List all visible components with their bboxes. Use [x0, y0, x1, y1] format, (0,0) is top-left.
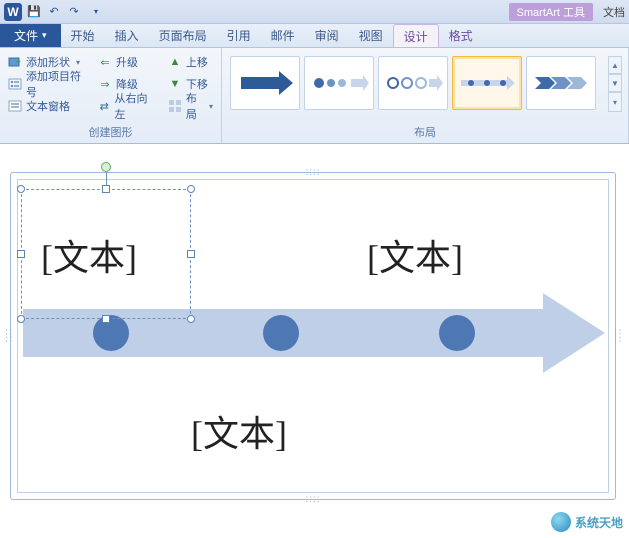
frame-handle-left[interactable]: :::: [3, 328, 14, 343]
rtl-icon: ⇄ [98, 99, 111, 113]
tab-home[interactable]: 开始 [61, 24, 105, 47]
group-label-create: 创建图形 [6, 122, 215, 143]
group-label-layouts: 布局 [228, 122, 622, 143]
document-canvas: :::: :::: :::: :::: [文本] [文本] [文本] [0, 144, 629, 520]
layout-thumb-2[interactable] [304, 56, 374, 110]
smartart-text-2[interactable]: [文本] [191, 405, 287, 457]
add-bullet-button[interactable]: 添加项目符号 [6, 74, 86, 94]
resize-handle-sw[interactable] [17, 315, 25, 323]
undo-icon[interactable]: ↶ [46, 4, 62, 20]
rotation-stem [106, 172, 107, 186]
arrow-up-icon: ▲ [168, 55, 182, 69]
tab-format[interactable]: 格式 [439, 24, 483, 47]
document-title-truncated: 文档 [603, 4, 625, 20]
resize-handle-s[interactable] [102, 315, 110, 323]
tab-design[interactable]: 设计 [393, 24, 439, 47]
layout-thumb-3[interactable] [378, 56, 448, 110]
selection-frame[interactable] [21, 189, 191, 319]
gallery-scroll-up[interactable]: ▲ [608, 56, 622, 74]
layout-thumb-4[interactable] [452, 56, 522, 110]
ribbon-tabs: 文件▾ 开始 插入 页面布局 引用 邮件 审阅 视图 设计 格式 [0, 24, 629, 48]
resize-handle-nw[interactable] [17, 185, 25, 193]
quick-access-toolbar: W 💾 ↶ ↷ ▾ [4, 3, 104, 21]
group-create-graphic: + 添加形状▾ 添加项目符号 文本窗格 [0, 48, 222, 143]
title-bar: W 💾 ↶ ↷ ▾ SmartArt 工具 文档 [0, 0, 629, 24]
group-layouts: ▲ ▼ ▾ 布局 [222, 48, 629, 143]
gallery-scroll-down[interactable]: ▼ [608, 74, 622, 92]
demote-icon: ⇒ [98, 77, 112, 91]
save-icon[interactable]: 💾 [26, 4, 42, 20]
app-icon[interactable]: W [4, 3, 22, 21]
frame-handle-right[interactable]: :::: [612, 328, 623, 343]
move-up-button[interactable]: ▲ 上移 [166, 52, 215, 72]
layout-icon [168, 99, 182, 113]
redo-icon[interactable]: ↷ [66, 4, 82, 20]
chevron-down-icon: ▾ [209, 102, 213, 111]
layout-button[interactable]: 布局▾ [166, 96, 215, 116]
bullet-icon [8, 77, 22, 91]
arrow-down-icon: ▼ [168, 77, 182, 91]
frame-handle-top[interactable]: :::: [305, 167, 320, 178]
text-pane-icon [8, 99, 22, 113]
svg-text:+: + [16, 57, 21, 67]
chevron-down-icon: ▾ [42, 30, 47, 41]
rtl-button[interactable]: ⇄ 从右向左 [96, 96, 156, 116]
qat-more-icon[interactable]: ▾ [88, 4, 104, 20]
layout-thumb-1[interactable] [230, 56, 300, 110]
resize-handle-n[interactable] [102, 185, 110, 193]
gallery-more-icon[interactable]: ▾ [608, 92, 622, 112]
text-pane-button[interactable]: 文本窗格 [6, 96, 86, 116]
tab-view[interactable]: 视图 [349, 24, 393, 47]
layout-gallery [228, 50, 598, 122]
ribbon: + 添加形状▾ 添加项目符号 文本窗格 [0, 48, 629, 144]
rotation-handle-icon[interactable] [101, 162, 111, 172]
layout-thumb-5[interactable] [526, 56, 596, 110]
promote-icon: ⇐ [98, 55, 112, 69]
globe-icon [551, 512, 571, 532]
add-shape-icon: + [8, 55, 22, 69]
tab-mailings[interactable]: 邮件 [261, 24, 305, 47]
resize-handle-e[interactable] [187, 250, 195, 258]
smartart-text-3[interactable]: [文本] [367, 229, 463, 281]
resize-handle-w[interactable] [17, 250, 25, 258]
gallery-scroll: ▲ ▼ ▾ [608, 56, 622, 112]
tab-references[interactable]: 引用 [217, 24, 261, 47]
watermark-text: 系统天地 [575, 514, 623, 531]
tab-page-layout[interactable]: 页面布局 [149, 24, 217, 47]
resize-handle-se[interactable] [187, 315, 195, 323]
tab-review[interactable]: 审阅 [305, 24, 349, 47]
resize-handle-ne[interactable] [187, 185, 195, 193]
chevron-down-icon: ▾ [76, 58, 80, 67]
watermark: 系统天地 [551, 512, 623, 532]
tab-insert[interactable]: 插入 [105, 24, 149, 47]
contextual-tab-label: SmartArt 工具 [509, 3, 593, 21]
frame-handle-bottom[interactable]: :::: [305, 494, 320, 505]
tab-file[interactable]: 文件▾ [0, 24, 61, 47]
smartart-frame[interactable]: :::: :::: :::: :::: [文本] [文本] [文本] [10, 172, 616, 500]
promote-button[interactable]: ⇐ 升级 [96, 52, 156, 72]
